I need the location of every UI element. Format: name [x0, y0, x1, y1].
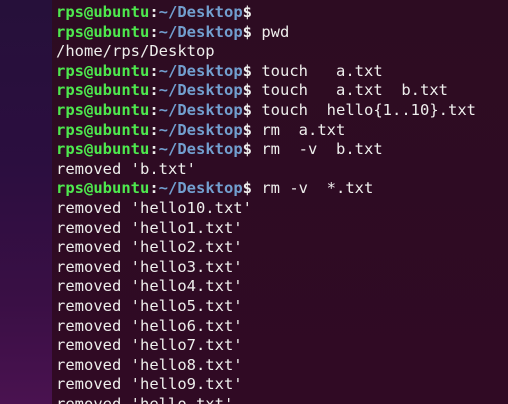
output-text: removed 'b.txt': [56, 159, 196, 178]
output-text: /home/rps/Desktop: [56, 42, 215, 61]
prompt-dollar: $: [242, 22, 253, 41]
output-line: removed 'hello1.txt': [56, 219, 476, 239]
output-text: removed 'hello.txt': [56, 394, 234, 404]
output-text: removed 'hello1.txt': [56, 218, 243, 237]
output-text: removed 'hello3.txt': [56, 257, 243, 276]
prompt-path: ~/Desktop: [158, 120, 243, 139]
prompt-line: rps@ubuntu:~/Desktop$ pwd: [56, 23, 476, 43]
prompt-path: ~/Desktop: [158, 3, 243, 21]
prompt-user-host: rps@ubuntu: [56, 61, 150, 80]
prompt-dollar: $: [242, 140, 253, 159]
command-text: touch hello{1..10}.txt: [252, 100, 476, 119]
terminal-output[interactable]: rps@ubuntu:~/Desktop$ rps@ubuntu:~/Deskto…: [56, 3, 476, 404]
terminal-window[interactable]: rps@ubuntu:~/Desktop$ rps@ubuntu:~/Deskto…: [52, 0, 508, 404]
prompt-line: rps@ubuntu:~/Desktop$ touch a.txt: [56, 62, 476, 82]
desktop-screen: rps@ubuntu:~/Desktop$ rps@ubuntu:~/Deskto…: [0, 0, 508, 404]
prompt-colon: :: [149, 3, 159, 21]
output-line: removed 'b.txt': [56, 160, 476, 180]
output-line: /home/rps/Desktop: [56, 42, 476, 62]
prompt-colon: :: [149, 61, 159, 80]
prompt-line: rps@ubuntu:~/Desktop$ touch hello{1..10}…: [56, 101, 476, 121]
prompt-line: rps@ubuntu:~/Desktop$: [56, 3, 476, 23]
prompt-user-host: rps@ubuntu: [56, 140, 150, 159]
output-text: removed 'hello9.txt': [56, 375, 243, 394]
prompt-colon: :: [149, 120, 159, 139]
prompt-dollar: $: [242, 120, 253, 139]
dock-edge: [0, 0, 52, 404]
command-text: pwd: [252, 22, 290, 41]
prompt-colon: :: [149, 179, 159, 198]
output-text: removed 'hello6.txt': [56, 316, 243, 335]
prompt-path: ~/Desktop: [158, 81, 243, 100]
command-text: rm -v *.txt: [252, 179, 374, 198]
output-line: removed 'hello4.txt': [56, 277, 476, 297]
output-text: removed 'hello8.txt': [56, 355, 243, 374]
prompt-colon: :: [149, 22, 159, 41]
prompt-line: rps@ubuntu:~/Desktop$ rm a.txt: [56, 121, 476, 141]
prompt-user-host: rps@ubuntu: [56, 179, 150, 198]
output-text: removed 'hello4.txt': [56, 277, 243, 296]
output-line: removed 'hello7.txt': [56, 336, 476, 356]
command-text: rm a.txt: [252, 120, 346, 139]
output-text: removed 'hello10.txt': [56, 198, 252, 217]
prompt-line: rps@ubuntu:~/Desktop$ rm -v *.txt: [56, 179, 476, 199]
output-line: removed 'hello2.txt': [56, 238, 476, 258]
output-line: removed 'hello10.txt': [56, 199, 476, 219]
prompt-line: rps@ubuntu:~/Desktop$ touch a.txt b.txt: [56, 81, 476, 101]
output-line: removed 'hello9.txt': [56, 375, 476, 395]
command-text: rm -v b.txt: [252, 140, 383, 159]
prompt-user-host: rps@ubuntu: [56, 81, 150, 100]
output-line: removed 'hello6.txt': [56, 317, 476, 337]
prompt-dollar: $: [242, 81, 253, 100]
prompt-dollar: $: [242, 100, 253, 119]
prompt-colon: :: [149, 81, 159, 100]
prompt-path: ~/Desktop: [158, 100, 243, 119]
prompt-dollar: $: [242, 61, 253, 80]
prompt-user-host: rps@ubuntu: [56, 120, 150, 139]
prompt-path: ~/Desktop: [158, 22, 243, 41]
prompt-user-host: rps@ubuntu: [56, 22, 150, 41]
prompt-dollar: $: [242, 3, 253, 21]
output-line: removed 'hello3.txt': [56, 258, 476, 278]
prompt-colon: :: [149, 140, 159, 159]
prompt-user-host: rps@ubuntu: [56, 100, 150, 119]
command-text: touch a.txt: [252, 61, 383, 80]
output-line: removed 'hello.txt': [56, 395, 476, 404]
output-line: removed 'hello8.txt': [56, 356, 476, 376]
prompt-path: ~/Desktop: [158, 61, 243, 80]
output-text: removed 'hello7.txt': [56, 336, 243, 355]
prompt-path: ~/Desktop: [158, 140, 243, 159]
prompt-path: ~/Desktop: [158, 179, 243, 198]
output-text: removed 'hello5.txt': [56, 296, 243, 315]
prompt-colon: :: [149, 100, 159, 119]
prompt-dollar: $: [242, 179, 253, 198]
prompt-line: rps@ubuntu:~/Desktop$ rm -v b.txt: [56, 140, 476, 160]
output-text: removed 'hello2.txt': [56, 238, 243, 257]
output-line: removed 'hello5.txt': [56, 297, 476, 317]
prompt-user-host: rps@ubuntu: [56, 3, 150, 21]
command-text: touch a.txt b.txt: [252, 81, 448, 100]
